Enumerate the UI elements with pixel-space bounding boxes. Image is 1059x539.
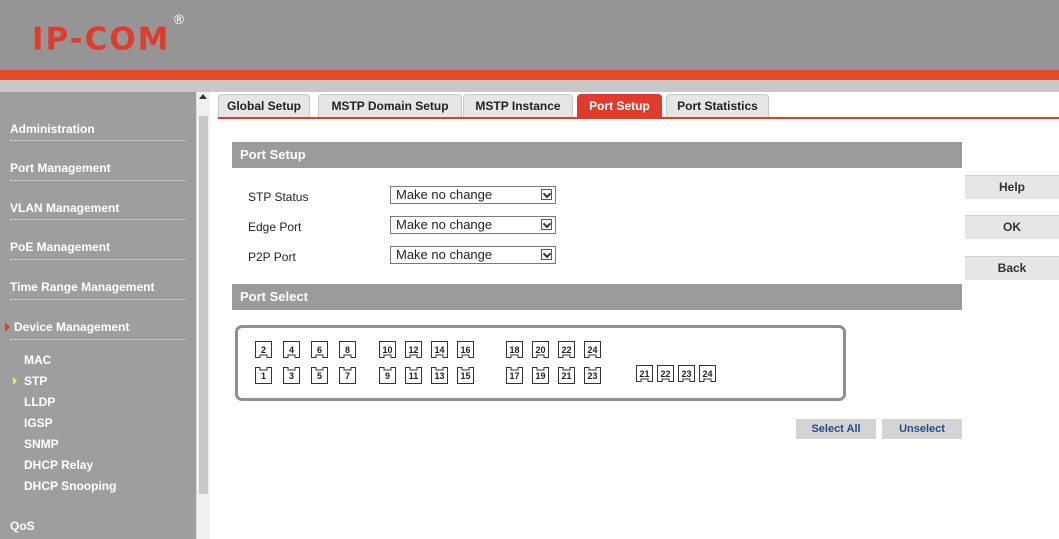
sidebar-divider	[10, 180, 186, 181]
scroll-up-icon[interactable]	[199, 94, 207, 99]
port-22[interactable]: 22	[558, 341, 575, 358]
sidebar-divider	[10, 339, 186, 340]
port-13[interactable]: 13	[431, 367, 448, 384]
sidebar-subitem-igsp[interactable]: IGSP	[24, 415, 53, 431]
port-4[interactable]: 4	[283, 341, 300, 358]
port-7[interactable]: 7	[339, 367, 356, 384]
sidebar-subitem-dhcp-snooping[interactable]: DHCP Snooping	[24, 478, 116, 494]
sidebar-item-time-range-management[interactable]: Time Range Management	[0, 278, 196, 296]
sidebar-subitem-snmp[interactable]: SNMP	[24, 436, 59, 452]
tab-mstp-domain-setup[interactable]: MSTP Domain Setup	[318, 94, 462, 117]
port-6[interactable]: 6	[311, 341, 328, 358]
sidebar-item-port-management[interactable]: Port Management	[0, 159, 196, 177]
tab-port-setup[interactable]: Port Setup	[577, 94, 662, 117]
port-panel: 2 4 6 8 10 12 14 16 18 20 22 24 1 3 5 7 …	[235, 325, 846, 401]
port-9[interactable]: 9	[379, 367, 396, 384]
chevron-down-icon	[541, 249, 552, 260]
sidebar-item-vlan-management[interactable]: VLAN Management	[0, 199, 196, 217]
port-19[interactable]: 19	[532, 367, 549, 384]
port-12[interactable]: 12	[405, 341, 422, 358]
tab-global-setup[interactable]: Global Setup	[218, 94, 310, 117]
sidebar-item-qos[interactable]: QoS	[0, 517, 196, 535]
sidebar-divider	[10, 299, 186, 300]
tab-mstp-instance[interactable]: MSTP Instance	[463, 94, 573, 117]
port-5[interactable]: 5	[311, 367, 328, 384]
port-1[interactable]: 1	[255, 367, 272, 384]
chevron-down-icon	[541, 189, 552, 200]
select-all-button[interactable]: Select All	[796, 419, 876, 439]
port-14[interactable]: 14	[431, 341, 448, 358]
port-16[interactable]: 16	[457, 341, 474, 358]
port-24[interactable]: 24	[584, 341, 601, 358]
sidebar-divider	[10, 259, 186, 260]
uplink-port-22[interactable]: 22	[657, 365, 674, 382]
sidebar-scrollbar[interactable]	[196, 92, 210, 539]
stp-status-select[interactable]: Make no change	[390, 186, 556, 204]
p2p-port-label: P2P Port	[248, 250, 296, 264]
tab-underline	[218, 117, 1059, 119]
port-8[interactable]: 8	[339, 341, 356, 358]
port-17[interactable]: 17	[506, 367, 523, 384]
ok-button[interactable]: OK	[965, 215, 1059, 239]
tab-port-statistics[interactable]: Port Statistics	[666, 94, 769, 117]
port-11[interactable]: 11	[405, 367, 422, 384]
edge-port-select[interactable]: Make no change	[390, 216, 556, 234]
port-2[interactable]: 2	[255, 341, 272, 358]
sidebar-divider	[10, 219, 186, 220]
uplink-port-24[interactable]: 24	[699, 365, 716, 382]
p2p-port-select[interactable]: Make no change	[390, 246, 556, 264]
unselect-button[interactable]: Unselect	[882, 419, 962, 439]
selected-arrow-icon	[13, 377, 17, 385]
stp-status-label: STP Status	[248, 190, 309, 204]
chevron-down-icon	[541, 219, 552, 230]
sidebar: Administration Port Management VLAN Mana…	[0, 92, 196, 539]
sidebar-item-administration[interactable]: Administration	[0, 120, 196, 138]
edge-port-label: Edge Port	[248, 220, 302, 234]
sidebar-item-device-management[interactable]: Device Management	[0, 318, 196, 336]
header-accent-bar	[0, 70, 1059, 80]
ip-com-logo: IP-COM®	[32, 13, 188, 58]
sidebar-item-poe-management[interactable]: PoE Management	[0, 238, 196, 256]
uplink-port-23[interactable]: 23	[678, 365, 695, 382]
scroll-thumb[interactable]	[199, 116, 208, 494]
uplink-port-21[interactable]: 21	[636, 365, 653, 382]
header: IP-COM®	[0, 0, 1059, 70]
sidebar-subitem-mac[interactable]: MAC	[24, 352, 51, 368]
sidebar-subitem-lldp[interactable]: LLDP	[24, 394, 55, 410]
port-setup-header: Port Setup	[232, 142, 962, 168]
help-button[interactable]: Help	[965, 175, 1059, 199]
header-band	[0, 80, 1059, 92]
port-23[interactable]: 23	[584, 367, 601, 384]
port-15[interactable]: 15	[457, 367, 474, 384]
port-select-header: Port Select	[232, 284, 962, 310]
back-button[interactable]: Back	[965, 256, 1059, 280]
sidebar-subitem-dhcp-relay[interactable]: DHCP Relay	[24, 457, 93, 473]
port-10[interactable]: 10	[379, 341, 396, 358]
sidebar-subitem-stp[interactable]: STP	[24, 373, 47, 389]
port-20[interactable]: 20	[532, 341, 549, 358]
port-21[interactable]: 21	[558, 367, 575, 384]
port-3[interactable]: 3	[283, 367, 300, 384]
sidebar-divider	[10, 140, 186, 141]
port-18[interactable]: 18	[506, 341, 523, 358]
